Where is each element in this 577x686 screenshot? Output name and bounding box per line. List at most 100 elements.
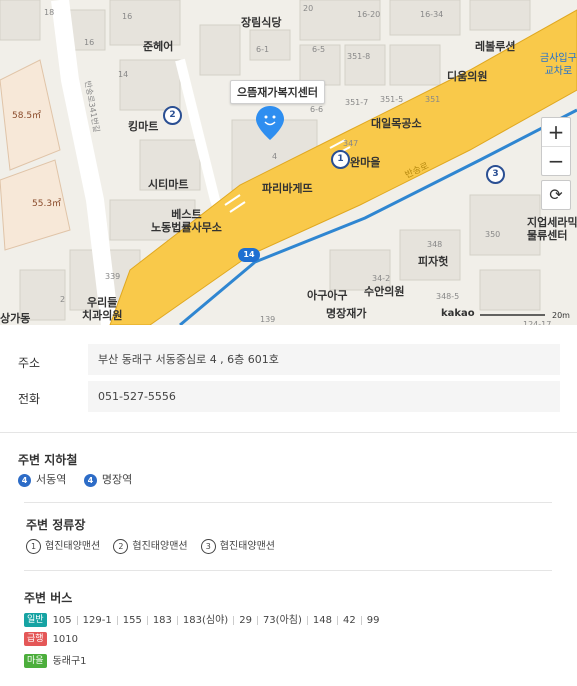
zoom-out-button[interactable]: − — [542, 146, 570, 175]
subway-list: 4 서동역 4 명장역 — [18, 471, 146, 487]
area-label: 55.3㎡ — [32, 199, 62, 209]
map-view[interactable]: 장림식당 준헤어 킹마트 시티마트 베스트 노동법률사무소 파리바게뜨 대일목공… — [0, 0, 577, 325]
bus-number-link[interactable]: 155 — [123, 615, 142, 626]
poi-agu[interactable]: 아구아구 — [307, 289, 347, 302]
bus-separator — [146, 615, 148, 625]
reset-view-button[interactable]: ⟳ — [542, 181, 570, 209]
bus-stops-title: 주변 정류장 — [26, 518, 86, 532]
bus-number-link[interactable]: 1010 — [53, 634, 78, 645]
poi-myeongjang[interactable]: 명장재가 — [326, 307, 366, 320]
poi-pizza[interactable]: 피자헛 — [418, 255, 448, 268]
buses-title: 주변 버스 — [24, 591, 73, 605]
poi-rebeul[interactable]: 레볼루션 — [475, 40, 515, 53]
bus-stop-item[interactable]: 2 협진태양맨션 — [113, 538, 188, 554]
poi-suan[interactable]: 수안의원 — [364, 285, 404, 298]
stop-name: 협진태양맨션 — [219, 541, 275, 552]
line-4-icon: 4 — [83, 473, 97, 487]
marker-label[interactable]: 으뜸재가복지센터 — [230, 80, 325, 104]
stop-name: 협진태양맨션 — [132, 541, 188, 552]
parcel-number: 4 — [272, 152, 278, 161]
poi-citymart[interactable]: 시티마트 — [148, 178, 188, 191]
reset-control: ⟳ — [541, 180, 571, 210]
bus-separator — [256, 615, 258, 625]
bus-group-general: 일반 105 129-1 155 183 183(심야) 29 73(아침) 148 42 99 — [24, 611, 379, 627]
bus-stop-item[interactable]: 3 협진태양맨션 — [200, 538, 275, 554]
poi-dium[interactable]: 디움의원 — [447, 70, 487, 83]
poi-best-law[interactable]: 베스트 노동법률사무소 — [151, 208, 222, 234]
stop-name: 협진태양맨션 — [45, 541, 101, 552]
parcel-number: 20 — [303, 4, 314, 13]
bus-type-badge: 일반 — [24, 613, 47, 627]
zoom-controls: + − — [541, 117, 571, 176]
bus-number-link[interactable]: 129-1 — [83, 615, 112, 626]
bus-stop-item[interactable]: 1 협진태양맨션 — [26, 538, 101, 554]
bus-type-badge: 마을 — [24, 654, 47, 668]
address-value: 부산 동래구 서동중심로 4 , 6층 601호 — [88, 344, 560, 375]
phone-value[interactable]: 051-527-5556 — [88, 381, 560, 412]
bus-separator — [116, 615, 118, 625]
parcel-number: 124-17 — [523, 320, 552, 325]
bus-separator — [176, 615, 178, 625]
parcel-number: 6-5 — [312, 45, 326, 54]
bus-number-link[interactable]: 183(심야) — [183, 611, 228, 626]
poi-maeul[interactable]: 완마을 — [350, 156, 380, 169]
stop-number-icon: 3 — [200, 538, 216, 554]
kakao-logo: kakao — [441, 308, 475, 319]
poi-jangrim[interactable]: 장림식당 — [241, 16, 281, 29]
divider — [24, 570, 552, 571]
parcel-number: 16 — [122, 12, 133, 21]
poi-junheo[interactable]: 준헤어 — [143, 40, 173, 53]
bus-number-link[interactable]: 148 — [313, 615, 332, 626]
parcel-number: 339 — [105, 272, 121, 281]
bus-group-village: 마을 동래구1 — [24, 652, 87, 668]
parcel-number: 351-8 — [347, 52, 371, 61]
bus-number-link[interactable]: 99 — [367, 615, 380, 626]
address-label: 주소 — [18, 356, 41, 370]
bus-number-link[interactable]: 42 — [343, 615, 356, 626]
poi-kingmart[interactable]: 킹마트 — [128, 120, 158, 133]
subway-item[interactable]: 4 명장역 — [83, 473, 132, 487]
line-4-icon: 4 — [18, 473, 31, 487]
bus-number-link[interactable]: 29 — [239, 615, 252, 626]
parcel-number: 139 — [260, 315, 276, 324]
bus-type-badge: 급행 — [24, 632, 47, 646]
subway-item[interactable]: 4 서동역 — [18, 473, 70, 487]
zoom-in-button[interactable]: + — [542, 118, 570, 146]
poi-urideul[interactable]: 우리들 치과의원 — [82, 296, 122, 322]
parcel-number: 16-20 — [357, 10, 381, 19]
bus-group-express: 급행 1010 — [24, 632, 78, 646]
parcel-number: 351-7 — [345, 98, 369, 107]
bus-separator — [233, 615, 235, 625]
bus-separator — [76, 615, 78, 625]
stop-number-icon: 1 — [26, 538, 41, 554]
parcel-number: 2 — [60, 295, 66, 304]
bus-number-link[interactable]: 183 — [153, 615, 172, 626]
bus-number-link[interactable]: 105 — [53, 615, 72, 626]
poi-sang[interactable]: 상가동 — [0, 312, 30, 325]
parcel-number: 348 — [427, 240, 443, 249]
bus-separator — [336, 615, 338, 625]
bus-stop-3-marker[interactable]: 3 — [486, 165, 505, 184]
poi-jiup[interactable]: 지업세라믹 물류센터 — [527, 216, 577, 242]
scale-label: 20m — [552, 311, 570, 320]
poi-daeil[interactable]: 대일목공소 — [371, 117, 422, 130]
divider — [24, 502, 552, 503]
divider — [0, 432, 577, 433]
bus-number-link[interactable]: 73(아침) — [263, 611, 302, 626]
bus-separator — [360, 615, 362, 625]
parcel-number: 348-5 — [436, 292, 460, 301]
bus-separator — [306, 615, 308, 625]
parcel-number: 347 — [343, 139, 359, 148]
station-name: 서동역 — [36, 473, 67, 486]
parcel-number: 16 — [84, 38, 95, 47]
poi-paris[interactable]: 파리바게뜨 — [262, 182, 313, 195]
parcel-number: 14 — [118, 70, 129, 79]
parcel-number: 34-2 — [372, 274, 391, 283]
phone-label: 전화 — [18, 392, 41, 406]
bus-stop-2-marker[interactable]: 2 — [163, 106, 182, 125]
bus-stop-list: 1 협진태양맨션 2 협진태양맨션 3 협진태양맨션 — [26, 537, 285, 554]
bus-stop-1-marker[interactable]: 1 — [331, 150, 350, 169]
parcel-number: 351-5 — [380, 95, 404, 104]
bus-number-link[interactable]: 동래구1 — [53, 652, 87, 667]
parcel-number: 16-34 — [420, 10, 444, 19]
